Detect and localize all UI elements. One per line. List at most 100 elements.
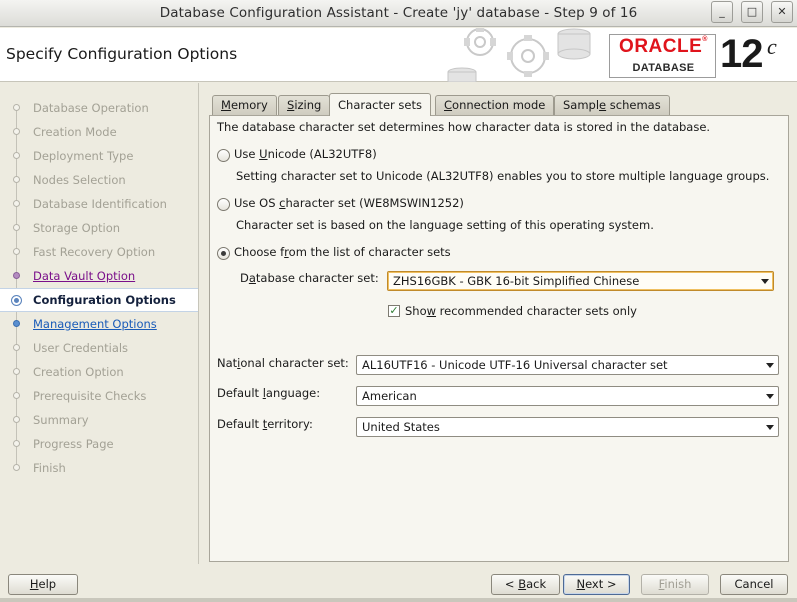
registered-mark: ® bbox=[702, 36, 708, 43]
step-marker-icon bbox=[13, 152, 20, 159]
sidebar-item-creation-option: Creation Option bbox=[0, 360, 198, 384]
sidebar-item-fast-recovery-option: Fast Recovery Option bbox=[0, 240, 198, 264]
sidebar-item-summary: Summary bbox=[0, 408, 198, 432]
sidebar-item-label: Configuration Options bbox=[33, 293, 176, 307]
sidebar-item-label: Fast Recovery Option bbox=[33, 245, 156, 259]
database-charset-select[interactable]: ZHS16GBK - GBK 16-bit Simplified Chinese bbox=[387, 271, 774, 291]
step-marker-icon bbox=[13, 200, 20, 207]
database-wordmark: DATABASE bbox=[632, 62, 695, 74]
gears-decoration-icon bbox=[447, 28, 591, 82]
dbca-window: Database Configuration Assistant - Creat… bbox=[0, 0, 797, 602]
tab-character-sets[interactable]: Character sets bbox=[329, 93, 431, 116]
maximize-button[interactable]: □ bbox=[741, 1, 763, 23]
sidebar-item-label: Creation Option bbox=[33, 365, 124, 379]
sidebar-item-label: User Credentials bbox=[33, 341, 129, 355]
show-recommended-label[interactable]: Show recommended character sets only bbox=[405, 304, 637, 318]
step-marker-icon bbox=[13, 464, 20, 471]
sidebar-item-finish: Finish bbox=[0, 456, 198, 480]
default-territory-select[interactable]: United States bbox=[356, 417, 779, 437]
oracle-wordmark: ORACLE bbox=[619, 36, 703, 57]
unicode-radio[interactable] bbox=[217, 149, 230, 162]
help-button[interactable]: Help bbox=[8, 574, 78, 595]
step-marker-icon bbox=[13, 440, 20, 447]
default-language-label: Default language: bbox=[217, 386, 321, 400]
next-button[interactable]: Next > bbox=[563, 574, 630, 595]
sidebar-item-management-options[interactable]: Management Options bbox=[0, 312, 198, 336]
sidebar-item-label: Database Operation bbox=[33, 101, 149, 115]
sidebar-item-label: Progress Page bbox=[33, 437, 114, 451]
sidebar-item-label: Creation Mode bbox=[33, 125, 117, 139]
unicode-radio-label[interactable]: Use Unicode (AL32UTF8) bbox=[234, 147, 377, 161]
chevron-down-icon bbox=[766, 363, 774, 368]
sidebar-item-configuration-options[interactable]: Configuration Options bbox=[0, 288, 198, 312]
page-title: Specify Configuration Options bbox=[6, 45, 238, 63]
sidebar-item-deployment-type: Deployment Type bbox=[0, 144, 198, 168]
sidebar-item-prerequisite-checks: Prerequisite Checks bbox=[0, 384, 198, 408]
cancel-button[interactable]: Cancel bbox=[720, 574, 788, 595]
minimize-icon: _ bbox=[719, 5, 725, 18]
content-area: Memory Sizing Character sets Connection … bbox=[209, 90, 789, 562]
os-charset-radio-label[interactable]: Use OS character set (WE8MSWIN1252) bbox=[234, 196, 464, 210]
national-charset-label: National character set: bbox=[217, 356, 349, 370]
national-charset-select[interactable]: AL16UTF16 - Unicode UTF-16 Universal cha… bbox=[356, 355, 779, 375]
window-bottom-edge bbox=[0, 598, 797, 602]
os-charset-description: Character set is based on the language s… bbox=[236, 218, 654, 232]
sidebar-item-database-identification: Database Identification bbox=[0, 192, 198, 216]
back-button[interactable]: < Back bbox=[491, 574, 560, 595]
sidebar-item-label: Management Options bbox=[33, 317, 157, 331]
show-recommended-checkbox[interactable]: ✓ bbox=[388, 305, 400, 317]
close-button[interactable]: ✕ bbox=[771, 1, 793, 23]
tab-sample-schemas[interactable]: Sample schemas bbox=[554, 95, 670, 115]
version-suffix: c bbox=[767, 34, 777, 59]
step-marker-icon bbox=[13, 320, 20, 327]
chevron-down-icon bbox=[766, 425, 774, 430]
finish-button[interactable]: Finish bbox=[641, 574, 709, 595]
window-title: Database Configuration Assistant - Creat… bbox=[159, 5, 638, 21]
tab-memory[interactable]: Memory bbox=[212, 95, 277, 115]
sidebar-item-label: Nodes Selection bbox=[33, 173, 126, 187]
default-language-select[interactable]: American bbox=[356, 386, 779, 406]
tab-sizing[interactable]: Sizing bbox=[278, 95, 331, 115]
default-territory-label: Default territory: bbox=[217, 417, 313, 431]
database-charset-label: Database character set: bbox=[240, 271, 379, 285]
step-marker-icon bbox=[13, 392, 20, 399]
title-bar: Database Configuration Assistant - Creat… bbox=[0, 0, 797, 27]
character-sets-panel: The database character set determines ho… bbox=[209, 115, 789, 562]
sidebar-item-data-vault-option[interactable]: Data Vault Option bbox=[0, 264, 198, 288]
step-marker-icon bbox=[13, 224, 20, 231]
close-icon: ✕ bbox=[777, 5, 787, 18]
os-charset-radio[interactable] bbox=[217, 198, 230, 211]
chevron-down-icon bbox=[766, 394, 774, 399]
sidebar-item-database-operation: Database Operation bbox=[0, 96, 198, 120]
step-marker-icon bbox=[13, 128, 20, 135]
sidebar-item-user-credentials: User Credentials bbox=[0, 336, 198, 360]
sidebar-item-label: Prerequisite Checks bbox=[33, 389, 147, 403]
oracle-logo: ORACLE® DATABASE bbox=[609, 34, 716, 78]
sidebar-item-creation-mode: Creation Mode bbox=[0, 120, 198, 144]
check-icon: ✓ bbox=[389, 304, 399, 317]
tab-connection-mode[interactable]: Connection mode bbox=[435, 95, 555, 115]
sidebar-item-label: Finish bbox=[33, 461, 66, 475]
step-marker-icon bbox=[13, 368, 20, 375]
step-marker-icon bbox=[13, 272, 20, 279]
step-marker-icon bbox=[13, 248, 20, 255]
unicode-description: Setting character set to Unicode (AL32UT… bbox=[236, 169, 770, 183]
sidebar-item-storage-option: Storage Option bbox=[0, 216, 198, 240]
sidebar-item-label: Storage Option bbox=[33, 221, 121, 235]
sidebar-item-label: Summary bbox=[33, 413, 89, 427]
choose-list-radio[interactable] bbox=[217, 247, 230, 260]
step-marker-icon bbox=[13, 344, 20, 351]
sidebar-item-progress-page: Progress Page bbox=[0, 432, 198, 456]
step-marker-icon bbox=[11, 295, 22, 306]
step-navigation: Database Operation Creation Mode Deploymen… bbox=[0, 83, 199, 564]
sidebar-item-nodes-selection: Nodes Selection bbox=[0, 168, 198, 192]
choose-list-radio-label[interactable]: Choose from the list of character sets bbox=[234, 245, 451, 259]
step-marker-icon bbox=[13, 104, 20, 111]
step-marker-icon bbox=[13, 176, 20, 183]
minimize-button[interactable]: _ bbox=[711, 1, 733, 23]
sidebar-item-label: Database Identification bbox=[33, 197, 167, 211]
version-number: 12 bbox=[720, 32, 763, 76]
sidebar-item-label: Deployment Type bbox=[33, 149, 134, 163]
charset-intro-text: The database character set determines ho… bbox=[217, 120, 711, 134]
chevron-down-icon bbox=[761, 279, 769, 284]
